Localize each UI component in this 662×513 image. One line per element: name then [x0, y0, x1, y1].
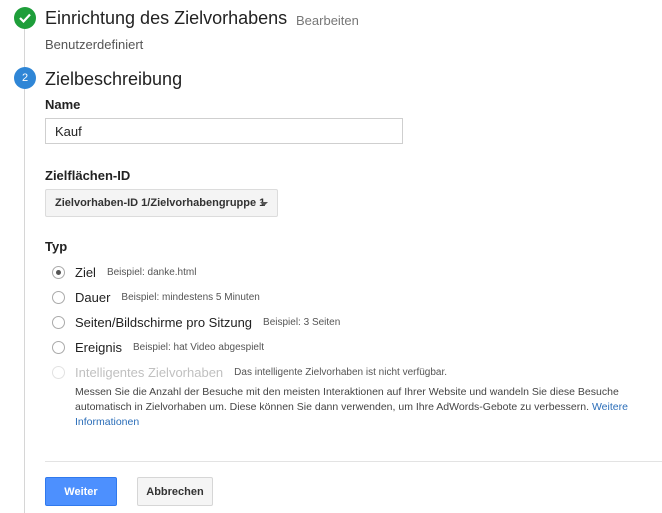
option-label: Dauer	[75, 289, 111, 305]
checkmark-icon	[19, 13, 31, 23]
section-divider	[45, 461, 662, 462]
step-1-title: Einrichtung des Zielvorhabens	[45, 8, 288, 28]
goal-name-input[interactable]	[45, 118, 403, 144]
goal-slot-label: Zielflächen-ID	[45, 168, 131, 183]
type-option-smart-goal: Intelligentes Zielvorhaben Das intellige…	[52, 363, 447, 381]
continue-button[interactable]: Weiter	[45, 477, 117, 506]
cancel-button[interactable]: Abbrechen	[137, 477, 213, 506]
option-label: Ziel	[75, 264, 96, 280]
radio-button-checked[interactable]	[52, 265, 65, 279]
radio-button[interactable]	[52, 315, 65, 329]
option-example: Beispiel: mindestens 5 Minuten	[121, 291, 260, 303]
radio-button-disabled	[52, 365, 65, 379]
option-example: Beispiel: hat Video abgespielt	[132, 341, 264, 353]
type-option-destination[interactable]: Ziel Beispiel: danke.html	[52, 263, 196, 281]
step-complete-check-icon	[14, 7, 36, 29]
option-example: Beispiel: 3 Seiten	[263, 316, 341, 328]
smart-goal-description: Messen Sie die Anzahl der Besuche mit de…	[75, 385, 660, 430]
name-label: Name	[45, 97, 81, 112]
radio-button[interactable]	[52, 340, 65, 354]
smart-goal-unavailable-note: Das intelligente Zielvorhaben ist nicht …	[234, 366, 448, 378]
dropdown-caret-icon	[260, 202, 268, 206]
option-label: Ereignis	[75, 339, 122, 355]
type-option-duration[interactable]: Dauer Beispiel: mindestens 5 Minuten	[52, 288, 260, 306]
step-2-number-badge: 2	[14, 67, 36, 89]
type-option-pages-per-session[interactable]: Seiten/Bildschirme pro Sitzung Beispiel:…	[52, 313, 340, 331]
type-label: Typ	[45, 239, 68, 254]
goal-slot-dropdown[interactable]: Zielvorhaben-ID 1/Zielvorhabengruppe 1	[45, 189, 278, 217]
radio-button[interactable]	[52, 290, 65, 304]
option-example: Beispiel: danke.html	[106, 266, 197, 278]
smart-goal-description-text: Messen Sie die Anzahl der Besuche mit de…	[75, 386, 619, 413]
edit-link[interactable]: Bearbeiten	[296, 13, 359, 28]
step-2-title: Zielbeschreibung	[45, 69, 183, 89]
progress-timeline	[24, 28, 25, 513]
type-option-event[interactable]: Ereignis Beispiel: hat Video abgespielt	[52, 338, 264, 356]
goal-slot-value: Zielvorhaben-ID 1/Zielvorhabengruppe 1	[55, 197, 266, 209]
option-label-disabled: Intelligentes Zielvorhaben	[75, 364, 224, 380]
goal-setup-value: Benutzerdefiniert	[45, 37, 144, 52]
option-label: Seiten/Bildschirme pro Sitzung	[75, 314, 253, 330]
